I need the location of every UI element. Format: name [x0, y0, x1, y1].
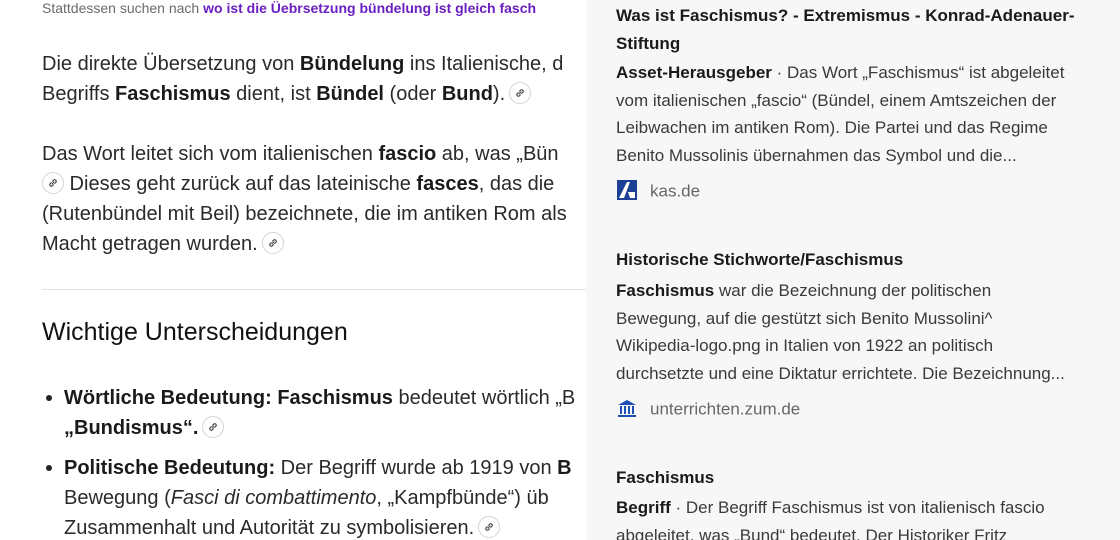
suggestion-prefix: Stattdessen suchen nach: [42, 0, 200, 16]
section-heading: Wichtige Unterscheidungen: [42, 318, 348, 346]
text: dient, ist: [230, 83, 317, 105]
snippet-lead: Begriff: [616, 498, 671, 517]
citation-link-icon[interactable]: [509, 81, 532, 104]
source-domain[interactable]: kas.de: [616, 179, 701, 203]
text: Der Begriff wurde ab 1919 von: [275, 457, 558, 479]
text: Die direkte Übersetzung von: [42, 53, 300, 75]
text: Zusammenhalt und Autorität zu symbolisie…: [64, 517, 475, 539]
snippet-lead: Faschismus: [616, 281, 715, 300]
text-bold: B: [557, 457, 572, 479]
source-title-line: Was ist Faschismus? - Extremismus - Konr…: [616, 6, 1075, 25]
museum-icon: [616, 397, 638, 419]
bullet-dot: [46, 465, 52, 471]
kas-logo-icon: [616, 179, 638, 201]
answer-panel: Stattdessen suchen nach wo ist die Üebrs…: [0, 0, 586, 540]
text-bold: Faschismus: [115, 83, 231, 105]
text-bold: „Bundismus“.: [64, 417, 199, 439]
source-domain-text: unterrichten.zum.de: [650, 399, 801, 419]
text: vom italienischen „fascio“ (Bündel, eine…: [616, 90, 1057, 110]
text: (oder: [384, 83, 442, 105]
text-bold: Politische Bedeutung:: [64, 457, 276, 479]
text: bedeutet wörtlich „B: [392, 387, 576, 409]
citation-link-icon[interactable]: [202, 415, 225, 438]
text: durchsetzte und eine Diktatur errichtete…: [616, 363, 1065, 383]
snippet-lead: Asset-Herausgeber: [616, 63, 772, 82]
text: · Das Wort „Faschismus“ ist abgeleitet: [771, 63, 1065, 82]
source-snippet: Faschismus war die Bezeichnung der polit…: [616, 277, 1110, 387]
text-italic: Fasci di combattimento: [170, 487, 377, 509]
source-title[interactable]: Historische Stichworte/Faschismus: [616, 246, 903, 274]
source-title[interactable]: Faschismus: [616, 464, 714, 492]
section-divider: [42, 289, 586, 290]
text: abgeleitet, was „Bund“ bedeutet. Der His…: [616, 525, 1008, 540]
text-bold: fascio: [378, 143, 437, 165]
text: Dieses geht zurück auf das lateinische: [64, 173, 417, 195]
text-bold: Bündelung: [299, 53, 405, 75]
sources-panel: Was ist Faschismus? - Extremismus - Konr…: [586, 0, 1120, 540]
source-title[interactable]: Was ist Faschismus? - Extremismus - Konr…: [616, 2, 1074, 58]
answer-paragraph-2: Das Wort leitet sich vom italienischen f…: [42, 139, 586, 259]
text-bold: Bund: [441, 83, 493, 105]
text: Leibwachen im antiken Rom). Die Partei u…: [616, 118, 1048, 137]
text: Bewegung, auf die gestützt sich Benito M…: [616, 308, 993, 328]
search-suggestion: Stattdessen suchen nach wo ist die Üebrs…: [42, 0, 536, 16]
text: Wikipedia-logo.png in Italien von 1922 a…: [616, 336, 994, 355]
source-snippet: Begriff · Der Begriff Faschismus ist von…: [616, 494, 1110, 540]
text: Benito Mussolinis übernahmen das Symbol …: [616, 145, 1017, 165]
answer-paragraph-1: Die direkte Übersetzung von Bündelung in…: [42, 49, 586, 109]
text: Begriffs: [42, 83, 115, 105]
text: Macht getragen wurden.: [42, 233, 258, 255]
citation-link-icon[interactable]: [261, 231, 284, 254]
suggestion-query-link[interactable]: wo ist die Üebrsetzung bündelung ist gle…: [203, 0, 536, 16]
text-bold: fasces: [416, 173, 479, 195]
text: ).: [492, 83, 506, 105]
text-bold: Faschismus: [277, 387, 393, 409]
text: · Der Begriff Faschismus ist von italien…: [670, 498, 1045, 517]
text-bold: Wörtliche Bedeutung:: [64, 387, 272, 409]
text-bold: Bündel: [316, 83, 384, 105]
text: ab, was „Bün: [436, 143, 559, 165]
bullet-dot: [46, 395, 52, 401]
text: war die Bezeichnung der politischen: [714, 281, 992, 300]
text: , „Kampfbünde“) üb: [376, 487, 549, 509]
citation-link-icon[interactable]: [42, 171, 64, 194]
source-title-line: Stiftung: [616, 34, 681, 53]
text: (Rutenbündel mit Beil) bezeichnete, die …: [42, 203, 567, 225]
text: Bewegung (: [64, 487, 171, 509]
citation-link-icon[interactable]: [478, 515, 501, 538]
text: ins Italienische, d: [404, 53, 564, 75]
source-snippet: Asset-Herausgeber · Das Wort „Faschismus…: [616, 59, 1110, 169]
bullet-political-meaning: Politische Bedeutung: Der Begriff wurde …: [64, 453, 586, 540]
text: Das Wort leitet sich vom italienischen: [42, 143, 379, 165]
text: , das die: [478, 173, 555, 195]
bullet-literal-meaning: Wörtliche Bedeutung: Faschismus bedeutet…: [64, 383, 586, 443]
source-domain-text: kas.de: [650, 181, 701, 201]
source-domain[interactable]: unterrichten.zum.de: [616, 399, 800, 421]
